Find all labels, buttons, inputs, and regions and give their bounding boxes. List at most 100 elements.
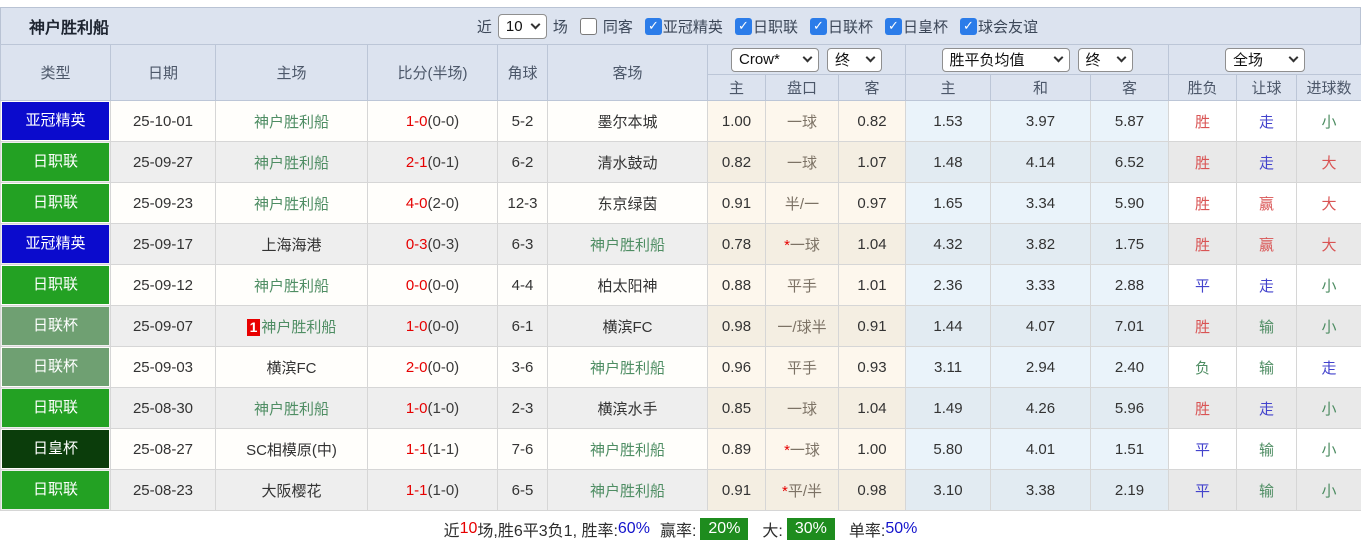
score-cell: 1-0(1-0) (368, 388, 498, 429)
away-team-cell: 东京绿茵 (548, 183, 708, 224)
handicap-line: 一球 (787, 114, 817, 131)
euro-home-odds: 1.65 (906, 183, 991, 224)
same-away-checkbox[interactable] (580, 18, 597, 35)
away-team-name[interactable]: 清水鼓动 (597, 155, 657, 172)
away-team-name[interactable]: 墨尔本城 (597, 114, 657, 131)
page-title: 神户胜利船 (29, 14, 109, 38)
period-select[interactable]: 全场 (1225, 48, 1305, 72)
col-home: 主场 (216, 45, 368, 101)
match-row[interactable]: 日联杯 25-09-07 1神户胜利船 1-0(0-0) 6-1 横滨FC 0.… (1, 306, 1361, 347)
full-time-score: 4-0 (406, 195, 428, 212)
away-team-name[interactable]: 神户胜利船 (590, 237, 665, 254)
filter-league-cup: ✓ 日联杯 (804, 16, 873, 37)
away-team-name[interactable]: 神户胜利船 (590, 483, 665, 500)
away-team-cell: 神户胜利船 (548, 470, 708, 511)
acl-label: 亚冠精英 (663, 16, 723, 37)
away-team-name[interactable]: 横滨水手 (597, 401, 657, 418)
match-row[interactable]: 日职联 25-09-23 神户胜利船 4-0(2-0) 12-3 东京绿茵 0.… (1, 183, 1361, 224)
match-row[interactable]: 亚冠精英 25-10-01 神户胜利船 1-0(0-0) 5-2 墨尔本城 1.… (1, 101, 1361, 142)
match-date: 25-09-17 (111, 224, 216, 265)
result-win-loss: 胜 (1169, 306, 1237, 347)
handicap-cell: 平手 (766, 265, 839, 306)
match-row[interactable]: 日职联 25-08-23 大阪樱花 1-1(1-0) 6-5 神户胜利船 0.9… (1, 470, 1361, 511)
home-team-name[interactable]: 神户胜利船 (254, 278, 329, 295)
home-team-name[interactable]: 神户胜利船 (261, 319, 336, 336)
top-strip (0, 0, 1361, 7)
crow-away-odds: 1.07 (839, 142, 906, 183)
summary-record: 场,胜6平3负1, 胜率: (477, 517, 617, 541)
crow-home-odds: 0.96 (708, 347, 766, 388)
euro-home-odds: 3.11 (906, 347, 991, 388)
score-cell: 2-0(0-0) (368, 347, 498, 388)
result-win-loss: 负 (1169, 347, 1237, 388)
europe-final-select[interactable]: 终 (1078, 48, 1133, 72)
league-badge: 日职联 (2, 389, 109, 427)
bookmaker-select[interactable]: Crow* (731, 48, 819, 72)
j1-checkbox[interactable]: ✓ (735, 18, 752, 35)
handicap-line: 平/半 (788, 483, 822, 500)
result-win-loss: 胜 (1169, 224, 1237, 265)
emperors-cup-checkbox[interactable]: ✓ (885, 18, 902, 35)
euro-away-odds: 5.96 (1091, 388, 1169, 429)
corner-score: 6-2 (498, 142, 548, 183)
match-count-value: 10 (506, 18, 523, 35)
home-team-name[interactable]: 神户胜利船 (254, 196, 329, 213)
home-team-name[interactable]: 神户胜利船 (254, 401, 329, 418)
away-team-name[interactable]: 横滨FC (603, 319, 653, 336)
away-team-name[interactable]: 神户胜利船 (590, 442, 665, 459)
home-team-name[interactable]: 神户胜利船 (254, 114, 329, 131)
home-team-name[interactable]: SC相模原(中) (246, 442, 337, 459)
match-row[interactable]: 亚冠精英 25-09-17 上海海港 0-3(0-3) 6-3 神户胜利船 0.… (1, 224, 1361, 265)
euro-home-odds: 4.32 (906, 224, 991, 265)
filter-friendly: ✓ 球会友谊 (954, 16, 1038, 37)
result-goals: 大 (1297, 183, 1361, 224)
home-team-name[interactable]: 上海海港 (261, 237, 321, 254)
chevron-down-icon (1289, 53, 1299, 63)
full-time-score: 1-0 (406, 318, 428, 335)
crow-home-odds: 0.82 (708, 142, 766, 183)
away-team-name[interactable]: 神户胜利船 (590, 360, 665, 377)
crow-away-odds: 1.00 (839, 429, 906, 470)
europe-odds-select[interactable]: 胜平负均值 (942, 48, 1070, 72)
euro-away-odds: 2.40 (1091, 347, 1169, 388)
half-time-score: (0-3) (428, 236, 460, 253)
league-badge: 日联杯 (2, 307, 109, 345)
match-row[interactable]: 日职联 25-09-27 神户胜利船 2-1(0-1) 6-2 清水鼓动 0.8… (1, 142, 1361, 183)
crow-home-odds: 0.85 (708, 388, 766, 429)
match-row[interactable]: 日职联 25-08-30 神户胜利船 1-0(1-0) 2-3 横滨水手 0.8… (1, 388, 1361, 429)
result-handicap: 赢 (1237, 224, 1297, 265)
col-result-wl: 胜负 (1169, 75, 1237, 101)
match-table: 类型 日期 主场 比分(半场) 角球 客场 Crow* 终 (0, 44, 1361, 511)
full-time-score: 1-0 (406, 113, 428, 130)
league-badge: 日联杯 (2, 348, 109, 386)
crow-final-value: 终 (835, 49, 850, 70)
summary-near: 近 (444, 517, 460, 541)
acl-checkbox[interactable]: ✓ (645, 18, 662, 35)
euro-draw-odds: 2.94 (991, 347, 1091, 388)
europe-final-value: 终 (1086, 49, 1101, 70)
result-win-loss: 胜 (1169, 183, 1237, 224)
emperors-cup-label: 日皇杯 (903, 16, 948, 37)
match-row[interactable]: 日职联 25-09-12 神户胜利船 0-0(0-0) 4-4 柏太阳神 0.8… (1, 265, 1361, 306)
home-team-name[interactable]: 横滨FC (267, 360, 317, 377)
away-team-name[interactable]: 东京绿茵 (597, 196, 657, 213)
home-team-name[interactable]: 神户胜利船 (254, 155, 329, 172)
away-team-name[interactable]: 柏太阳神 (597, 278, 657, 295)
crow-final-select[interactable]: 终 (827, 48, 882, 72)
same-away-label: 同客 (603, 16, 633, 37)
result-handicap: 输 (1237, 347, 1297, 388)
league-cup-checkbox[interactable]: ✓ (810, 18, 827, 35)
handicap-cell: *平/半 (766, 470, 839, 511)
col-result-handicap: 让球 (1237, 75, 1297, 101)
match-row[interactable]: 日皇杯 25-08-27 SC相模原(中) 1-1(1-1) 7-6 神户胜利船… (1, 429, 1361, 470)
handicap-line: 半/一 (785, 196, 819, 213)
same-away-filter: 同客 (574, 16, 633, 37)
col-date: 日期 (111, 45, 216, 101)
home-team-name[interactable]: 大阪樱花 (261, 483, 321, 500)
summary-single-label: 单率: (849, 517, 885, 541)
match-count-select[interactable]: 10 (498, 14, 547, 39)
euro-home-odds: 1.48 (906, 142, 991, 183)
match-row[interactable]: 日联杯 25-09-03 横滨FC 2-0(0-0) 3-6 神户胜利船 0.9… (1, 347, 1361, 388)
friendly-checkbox[interactable]: ✓ (960, 18, 977, 35)
handicap-cell: 一球 (766, 142, 839, 183)
